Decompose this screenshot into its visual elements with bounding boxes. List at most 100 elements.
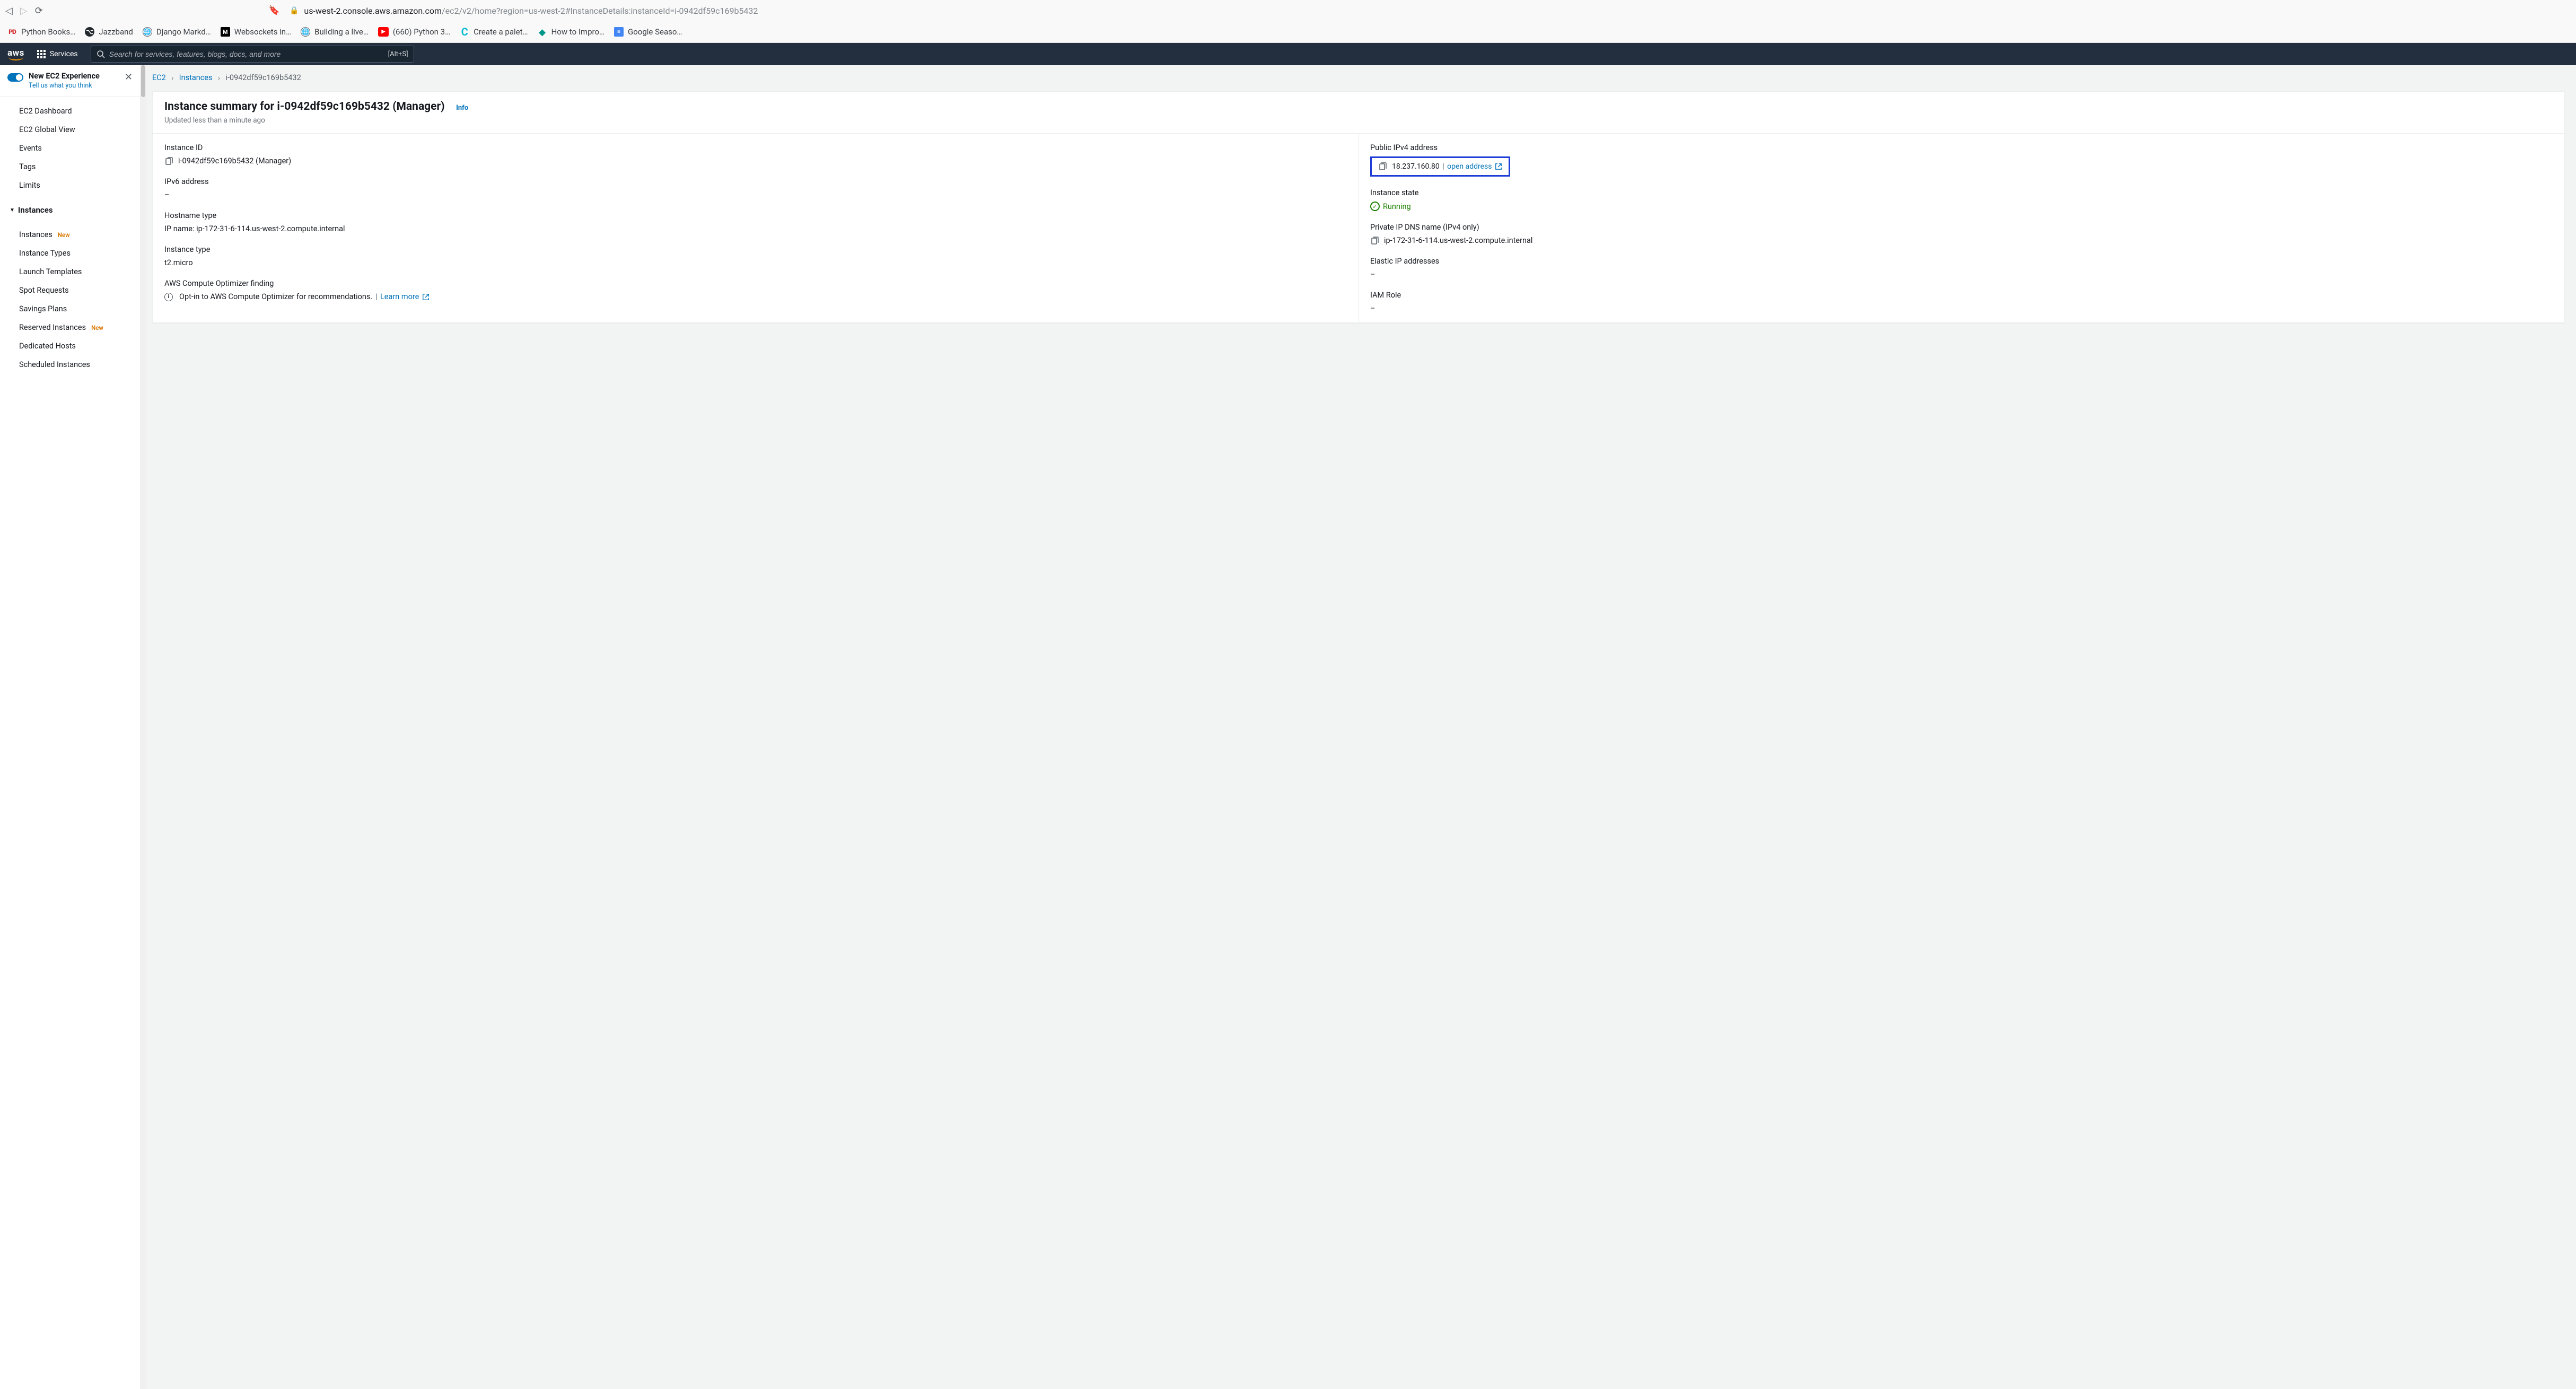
open-address-link[interactable]: open address <box>1447 162 1502 171</box>
bookmark-item[interactable]: PDPython Books… <box>7 27 75 37</box>
copy-icon[interactable] <box>1370 237 1379 245</box>
nav-reload-icon[interactable]: ⟳ <box>35 5 43 16</box>
bookmark-item[interactable]: ≡Google Seaso… <box>614 27 682 37</box>
sidebar-instances-label: Instances <box>18 205 53 215</box>
public-ipv4-highlight: 18.237.160.80 | open address <box>1370 156 1510 177</box>
aws-top-nav: aws Services [Alt+S] <box>0 43 2576 65</box>
close-icon[interactable]: ✕ <box>125 72 133 83</box>
instance-type-value: t2.micro <box>164 258 1346 267</box>
caret-down-icon: ▼ <box>10 207 15 213</box>
lock-icon: 🔒 <box>290 6 299 15</box>
instance-id-value: i-0942df59c169b5432 (Manager) <box>164 156 1346 165</box>
main-content: EC2 › Instances › i-0942df59c169b5432 In… <box>141 65 2576 1389</box>
experience-toggle[interactable] <box>7 73 23 82</box>
chevron-right-icon: › <box>171 73 174 83</box>
page-title: Instance summary for i-0942df59c169b5432… <box>164 100 445 113</box>
search-shortcut: [Alt+S] <box>388 50 408 58</box>
public-ipv4-label: Public IPv4 address <box>1370 143 2552 152</box>
nav-forward-icon[interactable]: ▷ <box>20 5 28 16</box>
optimizer-value: i Opt-in to AWS Compute Optimizer for re… <box>164 292 1346 301</box>
new-experience-banner: New EC2 Experience Tell us what you thin… <box>0 65 140 97</box>
bookmark-icon[interactable]: 🔖 <box>269 5 280 16</box>
chevron-right-icon: › <box>217 73 220 83</box>
summary-left-column: Instance ID i-0942df59c169b5432 (Manager… <box>153 134 1358 322</box>
breadcrumb-current: i-0942df59c169b5432 <box>225 73 301 82</box>
sidebar: New EC2 Experience Tell us what you thin… <box>0 65 141 1389</box>
info-icon: i <box>164 293 173 301</box>
sidebar-instances-header[interactable]: ▼ Instances <box>0 200 140 220</box>
bookmarks-bar: PDPython Books… ⌥Jazzband 🌐Django Markd… MW… <box>0 21 2576 42</box>
elastic-ip-label: Elastic IP addresses <box>1370 257 2552 266</box>
sidebar-item[interactable]: Savings Plans <box>0 300 140 318</box>
experience-title: New EC2 Experience <box>29 72 119 81</box>
bookmark-item[interactable]: ◆How to Impro… <box>538 27 604 37</box>
hostname-label: Hostname type <box>164 211 1346 220</box>
external-link-icon <box>1495 163 1502 170</box>
check-circle-icon: ✓ <box>1370 202 1380 211</box>
sidebar-top-nav: EC2 DashboardEC2 Global ViewEventsTagsLi… <box>0 97 140 200</box>
sidebar-item[interactable]: Scheduled Instances <box>0 355 140 374</box>
search-input[interactable] <box>105 50 388 58</box>
sidebar-item[interactable]: EC2 Dashboard <box>0 102 140 120</box>
url-text: us-west-2.console.aws.amazon.com/ec2/v2/… <box>304 6 758 16</box>
search-icon <box>97 50 105 58</box>
page-layout: New EC2 Experience Tell us what you thin… <box>0 65 2576 1389</box>
browser-chrome: ◁ ▷ ⟳ 🔖 🔒 us-west-2.console.aws.amazon.c… <box>0 0 2576 43</box>
sidebar-item[interactable]: Instance Types <box>0 244 140 263</box>
breadcrumb-instances[interactable]: Instances <box>179 73 213 82</box>
breadcrumb: EC2 › Instances › i-0942df59c169b5432 <box>152 73 2564 83</box>
sidebar-item[interactable]: Spot Requests <box>0 281 140 300</box>
url-host: us-west-2.console.aws.amazon.com <box>304 6 442 16</box>
copy-icon[interactable] <box>164 157 173 165</box>
instance-state-label: Instance state <box>1370 188 2552 197</box>
iam-role-label: IAM Role <box>1370 291 2552 300</box>
browser-nav-bar: ◁ ▷ ⟳ 🔖 🔒 us-west-2.console.aws.amazon.c… <box>0 0 2576 21</box>
sidebar-instances-nav: InstancesNewInstance TypesLaunch Templat… <box>0 220 140 379</box>
ipv6-value: – <box>164 190 1346 199</box>
private-dns-label: Private IP DNS name (IPv4 only) <box>1370 223 2552 232</box>
panel-body: Instance ID i-0942df59c169b5432 (Manager… <box>153 134 2564 322</box>
instance-state-value: ✓ Running <box>1370 202 1411 211</box>
bookmark-item[interactable]: MWebsockets in… <box>221 27 291 37</box>
experience-feedback-link[interactable]: Tell us what you think <box>29 82 119 90</box>
grid-icon <box>37 50 46 58</box>
learn-more-link[interactable]: Learn more <box>380 292 430 301</box>
elastic-ip-value: – <box>1370 270 2552 279</box>
header-search[interactable]: [Alt+S] <box>91 46 414 63</box>
info-link[interactable]: Info <box>456 104 468 112</box>
sidebar-item[interactable]: Events <box>0 139 140 158</box>
aws-logo[interactable]: aws <box>7 48 24 60</box>
public-ipv4-value: 18.237.160.80 <box>1392 162 1440 171</box>
breadcrumb-root[interactable]: EC2 <box>152 73 166 82</box>
sidebar-item[interactable]: EC2 Global View <box>0 120 140 139</box>
ipv6-label: IPv6 address <box>164 177 1346 186</box>
instance-type-label: Instance type <box>164 245 1346 254</box>
panel-header: Instance summary for i-0942df59c169b5432… <box>153 92 2564 134</box>
services-menu[interactable]: Services <box>33 48 82 60</box>
bookmark-item[interactable]: ⌥Jazzband <box>85 27 133 37</box>
external-link-icon <box>422 293 430 301</box>
sidebar-item[interactable]: Dedicated Hosts <box>0 337 140 355</box>
sidebar-item[interactable]: Tags <box>0 158 140 176</box>
sidebar-scrollbar[interactable] <box>140 65 146 1389</box>
bookmark-item[interactable]: ▶(660) Python 3… <box>378 27 450 37</box>
bookmark-item[interactable]: 🌐Django Markd… <box>143 27 211 37</box>
summary-right-column: Public IPv4 address 18.237.160.80 | open… <box>1358 134 2564 322</box>
private-dns-value: ip-172-31-6-114.us-west-2.compute.intern… <box>1370 236 2552 245</box>
bookmark-item[interactable]: 🌐Building a live… <box>301 27 369 37</box>
updated-text: Updated less than a minute ago <box>164 116 2552 125</box>
sidebar-item[interactable]: Launch Templates <box>0 263 140 281</box>
sidebar-item[interactable]: InstancesNew <box>0 225 140 244</box>
nav-back-icon[interactable]: ◁ <box>5 5 13 16</box>
bookmark-item[interactable]: CCreate a palet… <box>460 27 528 37</box>
copy-icon[interactable] <box>1378 162 1387 171</box>
optimizer-label: AWS Compute Optimizer finding <box>164 279 1346 288</box>
sidebar-item[interactable]: Reserved InstancesNew <box>0 318 140 337</box>
instance-summary-panel: Instance summary for i-0942df59c169b5432… <box>152 91 2564 323</box>
hostname-value: IP name: ip-172-31-6-114.us-west-2.compu… <box>164 224 1346 233</box>
url-path: /ec2/v2/home?region=us-west-2#InstanceDe… <box>442 6 758 16</box>
url-bar[interactable]: 🔒 us-west-2.console.aws.amazon.com/ec2/v… <box>286 6 758 16</box>
sidebar-item[interactable]: Limits <box>0 176 140 195</box>
instance-id-label: Instance ID <box>164 143 1346 152</box>
services-label: Services <box>50 50 78 58</box>
